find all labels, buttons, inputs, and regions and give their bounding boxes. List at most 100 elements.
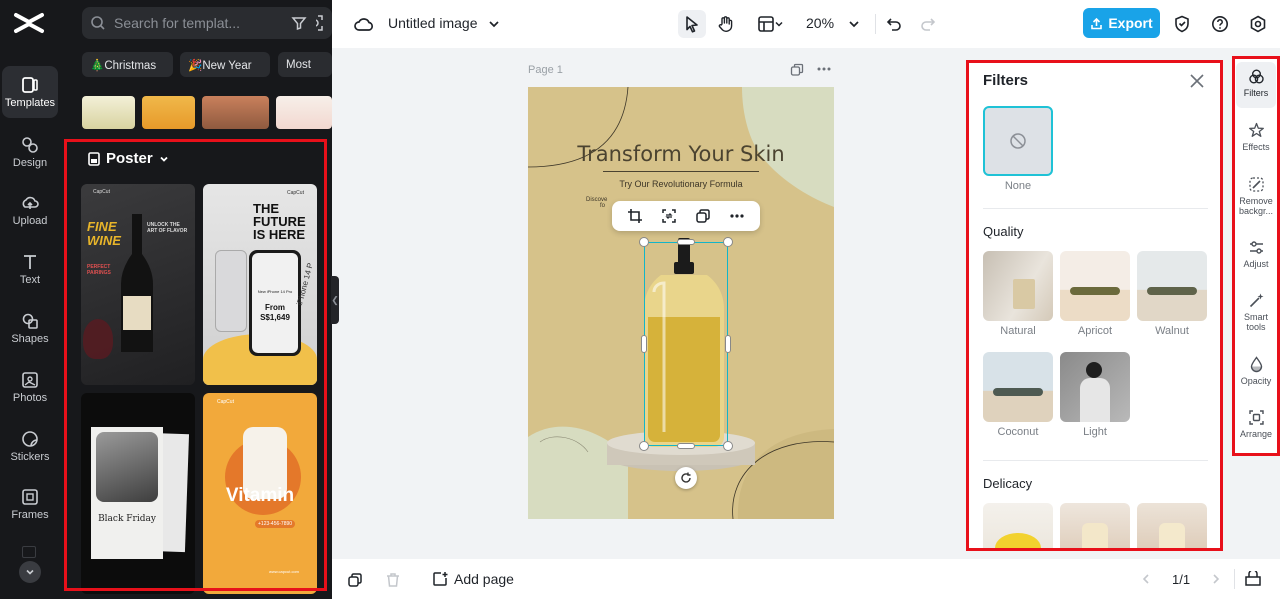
filters-icon xyxy=(1248,69,1264,84)
card-brand: CapCut xyxy=(217,399,234,405)
template-thumbnail[interactable] xyxy=(276,96,332,129)
add-page-label: Add page xyxy=(454,571,514,587)
chevron-down-icon[interactable] xyxy=(848,18,860,30)
next-page-icon[interactable] xyxy=(1210,573,1222,585)
template-thumbnail[interactable] xyxy=(202,96,269,129)
layers-icon[interactable] xyxy=(1244,571,1262,587)
poster-title[interactable]: Transform Your Skin xyxy=(528,142,834,166)
chip-most[interactable]: Most xyxy=(278,52,332,77)
filter-delicacy-thumbnail[interactable] xyxy=(983,503,1053,549)
settings-button[interactable] xyxy=(1244,10,1272,38)
poster-title-underline xyxy=(603,171,759,172)
rotate-handle[interactable] xyxy=(675,467,697,489)
poster-section-header[interactable]: Poster xyxy=(88,150,169,167)
previous-page-icon[interactable] xyxy=(1140,573,1152,585)
template-thumbnail[interactable] xyxy=(142,96,195,129)
photos-icon xyxy=(22,371,38,388)
filter-delicacy-thumbnail[interactable] xyxy=(1060,503,1130,549)
no-filter-icon xyxy=(1010,133,1026,149)
rail-item-design[interactable]: Design xyxy=(2,126,58,178)
document-title[interactable]: Untitled image xyxy=(388,15,478,31)
chip-new-year[interactable]: 🎉New Year xyxy=(180,52,270,77)
redo-button[interactable] xyxy=(914,10,942,38)
filter-label: Apricot xyxy=(1077,325,1113,337)
trash-icon[interactable] xyxy=(385,572,401,588)
layout-menu-button[interactable] xyxy=(750,10,790,38)
rail-item-upload[interactable]: Upload xyxy=(2,184,58,236)
frames-icon xyxy=(22,488,38,505)
rail-item-shapes[interactable]: Shapes xyxy=(2,302,58,354)
duplicate-page-icon[interactable] xyxy=(790,63,804,77)
shield-icon xyxy=(1175,15,1189,33)
poster-subtitle[interactable]: Try Our Revolutionary Formula xyxy=(528,179,834,189)
selection-handle[interactable] xyxy=(677,443,695,449)
selection-handle[interactable] xyxy=(723,441,733,451)
cloud-sync-button[interactable] xyxy=(350,10,378,38)
export-button[interactable]: Export xyxy=(1083,8,1160,38)
filter-natural[interactable] xyxy=(983,251,1053,321)
chevron-down-icon[interactable] xyxy=(488,18,500,30)
filter-delicacy-thumbnail[interactable] xyxy=(1137,503,1207,549)
zoom-level[interactable]: 20% xyxy=(806,15,834,31)
help-button[interactable] xyxy=(1206,10,1234,38)
template-card-fine-wine[interactable]: CapCut FINE WINE UNLOCK THE ART OF FLAVO… xyxy=(81,184,195,385)
tool-smart-tools[interactable]: Smart tools xyxy=(1236,292,1276,332)
rail-item-text[interactable]: Text xyxy=(2,243,58,295)
crop-icon[interactable] xyxy=(627,208,643,224)
text-icon xyxy=(24,254,36,269)
top-bar: Untitled image 20% Export xyxy=(332,0,1280,48)
tool-effects[interactable]: Effects xyxy=(1236,122,1276,152)
duplicate-page-icon[interactable] xyxy=(347,572,363,588)
tool-filters[interactable]: Filters xyxy=(1236,62,1276,108)
capcut-logo[interactable] xyxy=(12,10,46,36)
filter-icon xyxy=(291,17,307,31)
template-card-future-phone[interactable]: CapCut THE FUTURE IS HERE New iPhone 14 … xyxy=(203,184,317,385)
page-more-icon[interactable] xyxy=(816,66,832,72)
rail-item-label: Frames xyxy=(11,508,49,521)
chevron-down-icon xyxy=(160,156,168,162)
selection-handle[interactable] xyxy=(677,239,695,245)
tool-label: Filters xyxy=(1243,88,1269,98)
cursor-icon xyxy=(686,16,698,33)
select-tool-button[interactable] xyxy=(678,10,706,38)
selection-handle[interactable] xyxy=(641,335,647,353)
filter-coconut[interactable] xyxy=(983,352,1053,422)
filter-light[interactable] xyxy=(1060,352,1130,422)
template-card-vitamin[interactable]: CapCut Vitamin +123-456-7890 www.capcut.… xyxy=(203,393,317,594)
tool-opacity[interactable]: Opacity xyxy=(1236,356,1276,386)
rail-more-button[interactable] xyxy=(19,561,41,583)
selection-handle[interactable] xyxy=(723,237,733,247)
tool-label: Adjust xyxy=(1243,259,1269,269)
replace-icon[interactable] xyxy=(661,208,677,224)
filter-walnut[interactable] xyxy=(1137,251,1207,321)
template-filter-button[interactable] xyxy=(282,7,316,39)
undo-button[interactable] xyxy=(880,10,908,38)
rail-item-photos[interactable]: Photos xyxy=(2,361,58,413)
selection-handle[interactable] xyxy=(639,441,649,451)
chip-christmas[interactable]: 🎄Christmas xyxy=(82,52,173,77)
rail-item-frames[interactable]: Frames xyxy=(2,478,58,530)
photo-frame-front: Black Friday xyxy=(91,427,163,559)
hand-tool-button[interactable] xyxy=(712,10,740,38)
tool-arrange[interactable]: Arrange xyxy=(1236,409,1276,439)
toolbar-divider xyxy=(875,14,876,34)
more-icon[interactable] xyxy=(729,213,745,219)
close-icon[interactable] xyxy=(1188,72,1206,90)
rail-item-stickers[interactable]: Stickers xyxy=(2,420,58,472)
shield-button[interactable] xyxy=(1168,10,1196,38)
filter-apricot[interactable] xyxy=(1060,251,1130,321)
add-page-button[interactable]: Add page xyxy=(432,571,514,587)
cloud-icon xyxy=(354,18,373,31)
tool-remove-background[interactable]: Remove backgr... xyxy=(1236,176,1276,216)
duplicate-icon[interactable] xyxy=(695,208,711,224)
collapse-panel-button[interactable]: ❮ xyxy=(331,276,339,324)
selection-box[interactable] xyxy=(644,242,728,446)
tool-adjust[interactable]: Adjust xyxy=(1236,239,1276,269)
template-card-black-friday[interactable]: Black Friday xyxy=(81,393,195,594)
selection-handle[interactable] xyxy=(639,237,649,247)
filter-none[interactable] xyxy=(983,106,1053,176)
search-icon xyxy=(91,16,105,30)
selection-handle[interactable] xyxy=(725,335,731,353)
rail-item-templates[interactable]: Templates xyxy=(2,66,58,118)
template-thumbnail[interactable] xyxy=(82,96,135,129)
